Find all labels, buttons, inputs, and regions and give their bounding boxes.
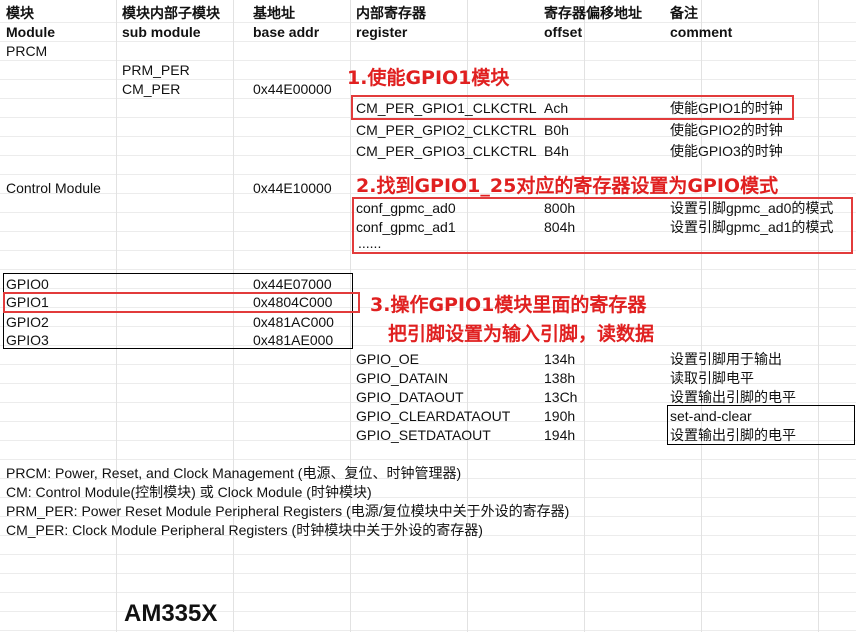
register-offset: 134h	[544, 351, 576, 367]
module-control: Control Module	[6, 180, 101, 196]
header-submodule-en: sub module	[122, 24, 201, 40]
module-prcm: PRCM	[6, 43, 48, 59]
register-name: GPIO_CLEARDATAOUT	[356, 408, 511, 424]
register-offset: 138h	[544, 370, 576, 386]
register-comment: 使能GPIO3的时钟	[670, 143, 783, 159]
highlight-gpio1	[3, 292, 360, 313]
register-name: CM_PER_GPIO2_CLKCTRL	[356, 122, 537, 138]
base-control: 0x44E10000	[253, 180, 332, 196]
header-register-en: register	[356, 24, 408, 40]
module-gpio: GPIO2	[6, 314, 49, 330]
submodule-prm-per: PRM_PER	[122, 62, 190, 78]
header-base-en: base addr	[253, 24, 320, 40]
register-name: GPIO_OE	[356, 351, 420, 367]
submodule-cm-per: CM_PER	[122, 81, 181, 97]
register-comment: 设置引脚用于输出	[670, 351, 782, 367]
register-offset: B4h	[544, 143, 569, 159]
header-module-cn: 模块	[6, 5, 34, 21]
register-comment: 读取引脚电平	[670, 370, 754, 386]
register-name: GPIO_SETDATAOUT	[356, 427, 491, 443]
register-offset: 194h	[544, 427, 576, 443]
highlight-conf-gpmc	[352, 197, 853, 254]
register-name: CM_PER_GPIO3_CLKCTRL	[356, 143, 537, 159]
base-cm-per: 0x44E00000	[253, 81, 332, 97]
header-register-cn: 内部寄存器	[356, 5, 426, 21]
annotation-3b: 把引脚设置为输入引脚，读数据	[388, 323, 655, 345]
register-name: GPIO_DATAOUT	[356, 389, 464, 405]
base-gpio: 0x481AE000	[253, 332, 334, 348]
header-offset-en: offset	[544, 24, 583, 40]
header-comment-cn: 备注	[670, 5, 698, 21]
header-base-cn: 基地址	[253, 5, 295, 21]
register-comment: 使能GPIO2的时钟	[670, 122, 783, 138]
register-name: GPIO_DATAIN	[356, 370, 449, 386]
register-offset: B0h	[544, 122, 569, 138]
set-and-clear-box	[667, 405, 855, 445]
header-comment-en: comment	[670, 24, 733, 40]
chip-label: AM335X	[124, 600, 218, 627]
annotation-1: 1.使能GPIO1模块	[347, 67, 510, 89]
header-offset-cn: 寄存器偏移地址	[544, 5, 642, 21]
note-prm-per: PRM_PER: Power Reset Module Peripheral R…	[6, 503, 570, 519]
annotation-2: 2.找到GPIO1_25对应的寄存器设置为GPIO模式	[356, 175, 779, 197]
header-module-en: Module	[6, 24, 55, 40]
module-gpio: GPIO3	[6, 332, 49, 348]
highlight-gpio1-clkctrl	[351, 95, 794, 120]
header-submodule-cn: 模块内部子模块	[122, 5, 220, 21]
register-offset: 13Ch	[544, 389, 578, 405]
base-gpio: 0x481AC000	[253, 314, 334, 330]
note-cm-per: CM_PER: Clock Module Peripheral Register…	[6, 522, 483, 538]
annotation-3: 3.操作GPIO1模块里面的寄存器	[370, 294, 647, 316]
note-cm: CM: Control Module(控制模块) 或 Clock Module …	[6, 484, 372, 500]
register-offset: 190h	[544, 408, 576, 424]
note-prcm: PRCM: Power, Reset, and Clock Management…	[6, 465, 462, 481]
